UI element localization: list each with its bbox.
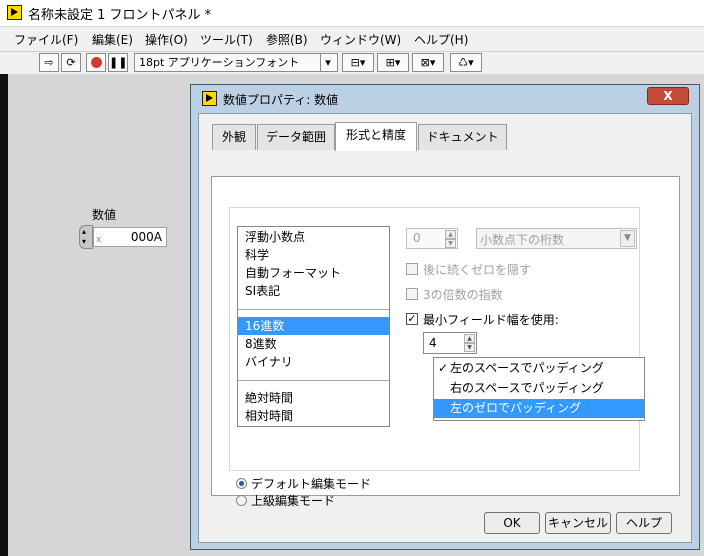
advanced-edit-mode-label: 上級編集モード xyxy=(251,494,336,508)
run-continuously-icon[interactable]: ⟳ xyxy=(61,53,81,72)
field-width-input[interactable]: 4 ▲ ▼ xyxy=(423,332,477,354)
tab-data-range[interactable]: データ範囲 xyxy=(257,124,335,150)
font-select[interactable]: 18pt アプリケーションフォント ▾ xyxy=(134,53,338,72)
tab-label: ドキュメント xyxy=(426,130,499,144)
spin-up-icon[interactable]: ▲ xyxy=(464,334,475,343)
list-separator xyxy=(238,380,389,381)
numeric-control[interactable]: ▴ ▾ x 000A xyxy=(79,225,167,249)
dialog-title-bar: 数値プロパティ: 数値 X xyxy=(191,85,699,111)
default-edit-mode-radio[interactable] xyxy=(236,478,247,489)
list-item[interactable]: 相対時間 xyxy=(238,407,389,425)
numeric-control-label: 数値 xyxy=(92,208,117,222)
digits-value: 0 xyxy=(413,231,421,245)
tab-label: 外観 xyxy=(221,130,246,144)
properties-dialog: 数値プロパティ: 数値 X 外観 データ範囲 形式と精度 ドキュメント 浮動小数… xyxy=(190,84,700,550)
spin-up-icon[interactable]: ▲ xyxy=(445,230,456,239)
menu-file[interactable]: ファイル(F) xyxy=(14,31,78,48)
tab-documentation[interactable]: ドキュメント xyxy=(418,124,507,150)
hide-trailing-zeros-checkbox[interactable] xyxy=(406,263,418,275)
help-button[interactable]: ヘルプ xyxy=(616,512,672,534)
cancel-button[interactable]: キャンセル xyxy=(545,512,611,534)
font-select-value: 18pt アプリケーションフォント xyxy=(139,56,300,69)
min-field-width-label: 最小フィールド幅を使用: xyxy=(423,313,559,327)
list-item[interactable]: 自動フォーマット xyxy=(238,264,389,282)
list-item[interactable]: バイナリ xyxy=(238,353,389,371)
close-button[interactable]: X xyxy=(647,87,689,105)
menu-window[interactable]: ウィンドウ(W) xyxy=(320,31,401,48)
numeric-control-value: 000A xyxy=(130,230,162,244)
main-title-bar: 名称未設定 1 フロントパネル * xyxy=(0,0,704,26)
chevron-down-icon: ▼ xyxy=(620,230,635,247)
field-width-value: 4 xyxy=(429,336,437,350)
padding-list[interactable]: ✓ 左のスペースでパッディング 右のスペースでパッディング 左のゼロでパッディン… xyxy=(433,357,645,421)
spin-down-icon[interactable]: ▼ xyxy=(464,343,475,352)
hide-trailing-zeros-label: 後に続くゼロを隠す xyxy=(423,263,532,277)
tab-label: 形式と精度 xyxy=(345,128,406,142)
labview-icon xyxy=(202,91,217,106)
list-item[interactable]: 浮動小数点 xyxy=(238,228,389,246)
labview-icon xyxy=(7,5,22,20)
abort-icon[interactable] xyxy=(86,53,106,72)
pause-icon[interactable]: ❚❚ xyxy=(108,53,128,72)
radix-icon[interactable]: x xyxy=(96,231,101,249)
digits-mode-value: 小数点下の桁数 xyxy=(480,233,565,247)
tab-label: データ範囲 xyxy=(265,130,326,144)
resize-objects-icon[interactable]: ⊠▾ xyxy=(412,53,444,72)
increment-decrement-icon[interactable]: ▴ ▾ xyxy=(79,225,93,249)
menu-edit[interactable]: 編集(E) xyxy=(92,31,133,48)
list-item[interactable]: 8進数 xyxy=(238,335,389,353)
window-title: 名称未設定 1 フロントパネル * xyxy=(28,8,212,23)
align-objects-icon[interactable]: ⊟▾ xyxy=(342,53,374,72)
tab-format-precision[interactable]: 形式と精度 xyxy=(335,122,417,151)
list-item[interactable]: 右のスペースでパッディング xyxy=(434,379,644,398)
toolbar: ⇨ ⟳ ❚❚ 18pt アプリケーションフォント ▾ ⊟▾ ⊞▾ ⊠▾ ♺▾ xyxy=(0,52,704,74)
close-icon: X xyxy=(663,89,673,103)
min-field-width-checkbox[interactable]: ✓ xyxy=(406,313,418,325)
ok-button[interactable]: OK xyxy=(484,512,540,534)
reorder-icon[interactable]: ♺▾ xyxy=(450,53,482,72)
distribute-objects-icon[interactable]: ⊞▾ xyxy=(377,53,409,72)
dialog-body: 外観 データ範囲 形式と精度 ドキュメント 浮動小数点 科学 自動フォーマット … xyxy=(198,113,692,543)
list-item[interactable]: 絶対時間 xyxy=(238,389,389,407)
exponent-multiple-3-label: 3の倍数の指数 xyxy=(423,288,503,302)
list-item[interactable]: ✓ 左のスペースでパッディング xyxy=(434,359,644,378)
menu-browse[interactable]: 参照(B) xyxy=(266,31,308,48)
spin-down-icon[interactable]: ▼ xyxy=(445,239,456,248)
dialog-title: 数値プロパティ: 数値 xyxy=(223,93,339,107)
tab-appearance[interactable]: 外観 xyxy=(212,124,256,150)
list-separator xyxy=(238,309,389,310)
list-item[interactable]: 科学 xyxy=(238,246,389,264)
menu-tools[interactable]: ツール(T) xyxy=(200,31,253,48)
default-edit-mode-label: デフォルト編集モード xyxy=(251,477,372,491)
panel-edge xyxy=(0,74,8,556)
advanced-edit-mode-radio[interactable] xyxy=(236,495,247,506)
menu-operate[interactable]: 操作(O) xyxy=(145,31,188,48)
digits-input[interactable]: 0 ▲ ▼ xyxy=(406,228,458,249)
chevron-down-icon: ▾ xyxy=(320,54,335,71)
menu-help[interactable]: ヘルプ(H) xyxy=(414,31,468,48)
checkmark-icon: ✓ xyxy=(438,361,449,375)
digits-mode-select[interactable]: 小数点下の桁数 ▼ xyxy=(476,228,637,249)
list-item-selected[interactable]: 16進数 xyxy=(238,317,389,335)
list-item[interactable]: SI表記 xyxy=(238,282,389,300)
list-item-selected[interactable]: 左のゼロでパッディング xyxy=(434,399,644,418)
format-list[interactable]: 浮動小数点 科学 自動フォーマット SI表記 16進数 8進数 バイナリ 絶対時… xyxy=(237,226,390,427)
exponent-multiple-3-checkbox[interactable] xyxy=(406,288,418,300)
run-arrow-icon[interactable]: ⇨ xyxy=(39,53,59,72)
menu-bar: ファイル(F) 編集(E) 操作(O) ツール(T) 参照(B) ウィンドウ(W… xyxy=(0,27,704,52)
